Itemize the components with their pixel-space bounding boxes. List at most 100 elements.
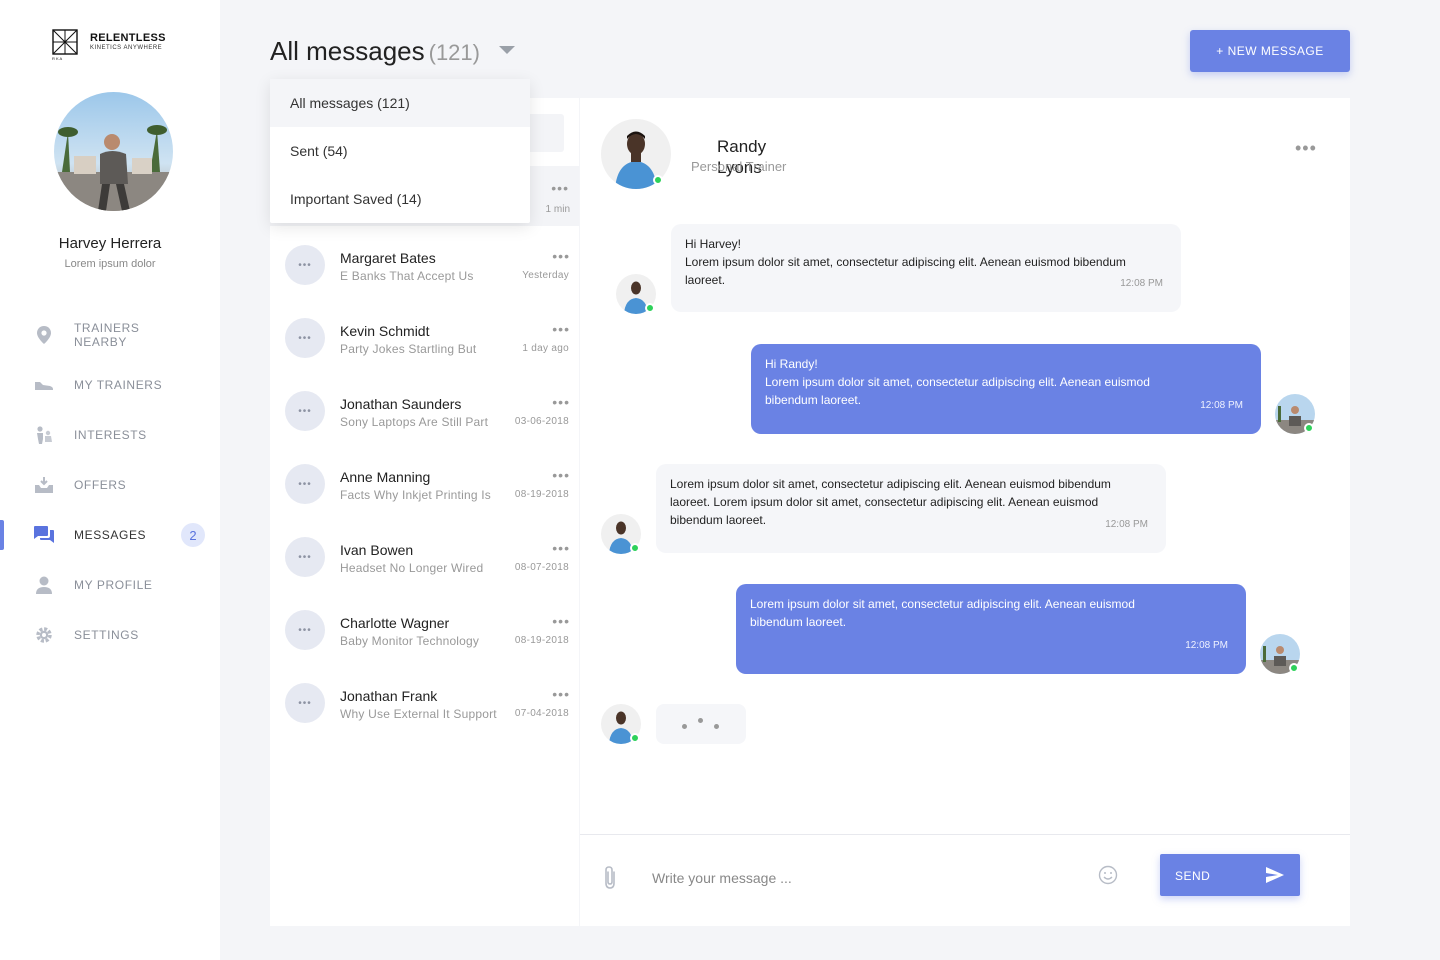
conversation-name: Anne Manning (340, 469, 431, 485)
message-bubble-outgoing: Lorem ipsum dolor sit amet, consectetur … (736, 584, 1246, 674)
online-status-indicator (645, 303, 655, 313)
message-text: Lorem ipsum dolor sit amet, consectetur … (670, 477, 1111, 527)
contact-avatar-placeholder: ••• (285, 464, 325, 504)
sneaker-icon (34, 375, 54, 395)
more-options-icon[interactable]: ••• (552, 613, 570, 629)
more-options-icon[interactable]: ••• (1295, 138, 1317, 159)
online-status-indicator (630, 543, 640, 553)
sidebar-item-label: SETTINGS (74, 628, 139, 642)
contact-avatar-placeholder: ••• (285, 610, 325, 650)
conversation-time: 08-19-2018 (514, 489, 569, 500)
sidebar-item-label: MY TRAINERS (74, 378, 163, 392)
message-text: Hi Harvey! (685, 237, 742, 251)
message-text: Lorem ipsum dolor sit amet, consectetur … (750, 597, 1135, 629)
page-title[interactable]: All messages (121) (270, 36, 480, 67)
message-text: Lorem ipsum dolor sit amet, consectetur … (765, 375, 1150, 407)
conversation-preview: Facts Why Inkjet Printing Is (340, 488, 491, 502)
messages-count-badge: 2 (181, 523, 205, 547)
more-options-icon[interactable]: ••• (552, 248, 570, 264)
conversation-name: Ivan Bowen (340, 542, 414, 558)
conversation-item[interactable]: ••• Margaret Bates E Banks That Accept U… (270, 236, 579, 309)
conversation-name: Jonathan Saunders (340, 396, 462, 412)
more-options-icon[interactable]: ••• (552, 686, 570, 702)
message-composer: SEND (580, 834, 1350, 926)
conversation-item[interactable]: ••• Ivan Bowen Headset No Longer Wired •… (270, 528, 579, 601)
dropdown-option-important[interactable]: Important Saved (14) (270, 175, 530, 223)
conversation-time: 07-04-2018 (514, 708, 569, 719)
sidebar-item-messages[interactable]: MESSAGES 2 (0, 510, 220, 560)
typing-indicator (656, 704, 746, 744)
message-text: Lorem ipsum dolor sit amet, consectetur … (685, 255, 1126, 287)
user-tagline: Lorem ipsum dolor (64, 258, 156, 270)
brand-logo[interactable]: R K A RELENTLESS KINETICS ANYWHERE (52, 29, 166, 61)
conversation-item[interactable]: ••• Jonathan Frank Why Use External It S… (270, 674, 579, 747)
more-options-icon[interactable]: ••• (552, 321, 570, 337)
message-bubble-incoming: Lorem ipsum dolor sit amet, consectetur … (656, 464, 1166, 553)
brand-mark-icon: R K A (52, 29, 78, 61)
conversation-preview: Party Jokes Startling But (340, 342, 477, 356)
contact-avatar-placeholder: ••• (285, 318, 325, 358)
paperclip-icon[interactable] (601, 866, 619, 895)
emoji-icon[interactable] (1098, 865, 1118, 890)
conversation-time: 03-06-2018 (514, 416, 569, 427)
conversation-name: Kevin Schmidt (340, 323, 430, 339)
user-avatar[interactable] (54, 92, 173, 211)
send-button-label: SEND (1175, 869, 1211, 883)
sidebar-item-label: MY PROFILE (74, 578, 153, 592)
conversation-preview: Sony Laptops Are Still Part (340, 415, 489, 429)
message-time: 12:08 PM (1120, 278, 1163, 289)
inbox-tray-icon (34, 475, 54, 495)
contact-avatar-placeholder: ••• (285, 683, 325, 723)
message-time: 12:08 PM (1185, 640, 1228, 651)
sidebar-item-offers[interactable]: OFFERS (0, 460, 220, 510)
more-options-icon[interactable]: ••• (552, 467, 570, 483)
dropdown-option-sent[interactable]: Sent (54) (270, 127, 530, 175)
sidebar-item-label: INTERESTS (74, 428, 147, 442)
sidebar-item-interests[interactable]: INTERESTS (0, 410, 220, 460)
conversation-time: 1 day ago (522, 343, 569, 354)
person-icon (34, 575, 54, 595)
sidebar: R K A RELENTLESS KINETICS ANYWHERE Harve… (0, 0, 220, 960)
contact-avatar-placeholder: ••• (285, 245, 325, 285)
sidebar-item-my-trainers[interactable]: MY TRAINERS (0, 360, 220, 410)
online-status-indicator (630, 733, 640, 743)
conversation-item[interactable]: ••• Charlotte Wagner Baby Monitor Techno… (270, 601, 579, 674)
conversation-item[interactable]: ••• Kevin Schmidt Party Jokes Startling … (270, 309, 579, 382)
contact-role: Personal Trainer (691, 159, 787, 174)
page-title-count: (121) (428, 40, 480, 65)
sidebar-item-my-profile[interactable]: MY PROFILE (0, 560, 220, 610)
user-name: Harvey Herrera (58, 235, 162, 252)
send-button[interactable]: SEND (1160, 854, 1300, 896)
conversation-time: 08-19-2018 (514, 635, 569, 646)
new-message-button[interactable]: + NEW MESSAGE (1190, 30, 1350, 72)
sidebar-item-trainers-nearby[interactable]: TRAINERS NEARBY (0, 310, 220, 360)
message-text: Hi Randy! (765, 357, 818, 371)
more-options-icon[interactable]: ••• (552, 394, 570, 410)
online-status-indicator (653, 175, 663, 185)
brand-title: RELENTLESS (90, 32, 166, 44)
more-options-icon[interactable]: ••• (552, 540, 570, 556)
sidebar-nav: TRAINERS NEARBY MY TRAINERS INTERESTS OF… (0, 310, 220, 660)
sidebar-item-label: MESSAGES (74, 528, 147, 542)
people-icon (34, 425, 54, 445)
message-input[interactable] (652, 865, 1072, 891)
message-time: 12:08 PM (1200, 400, 1243, 411)
conversation-name: Jonathan Frank (340, 688, 438, 704)
conversation-preview: E Banks That Accept Us (340, 269, 474, 283)
conversation-preview: Headset No Longer Wired (340, 561, 484, 575)
brand-mark-letters: R K A (52, 56, 63, 61)
more-options-icon[interactable]: ••• (551, 180, 569, 196)
caret-down-icon[interactable] (499, 46, 515, 54)
sidebar-item-settings[interactable]: SETTINGS (0, 610, 220, 660)
brand-subtitle: KINETICS ANYWHERE (90, 45, 163, 51)
sidebar-item-label: OFFERS (74, 478, 127, 492)
filter-dropdown-menu: All messages (121) Sent (54) Important S… (270, 79, 530, 223)
conversation-time: 08-07-2018 (514, 562, 569, 573)
conversation-item[interactable]: ••• Jonathan Saunders Sony Laptops Are S… (270, 382, 579, 455)
dropdown-option-all[interactable]: All messages (121) (270, 79, 530, 127)
conversation-name: Charlotte Wagner (340, 615, 450, 631)
online-status-indicator (1289, 663, 1299, 673)
conversation-item[interactable]: ••• Anne Manning Facts Why Inkjet Printi… (270, 455, 579, 528)
location-pin-icon (34, 325, 54, 345)
conversation-time: Yesterday (522, 270, 569, 281)
